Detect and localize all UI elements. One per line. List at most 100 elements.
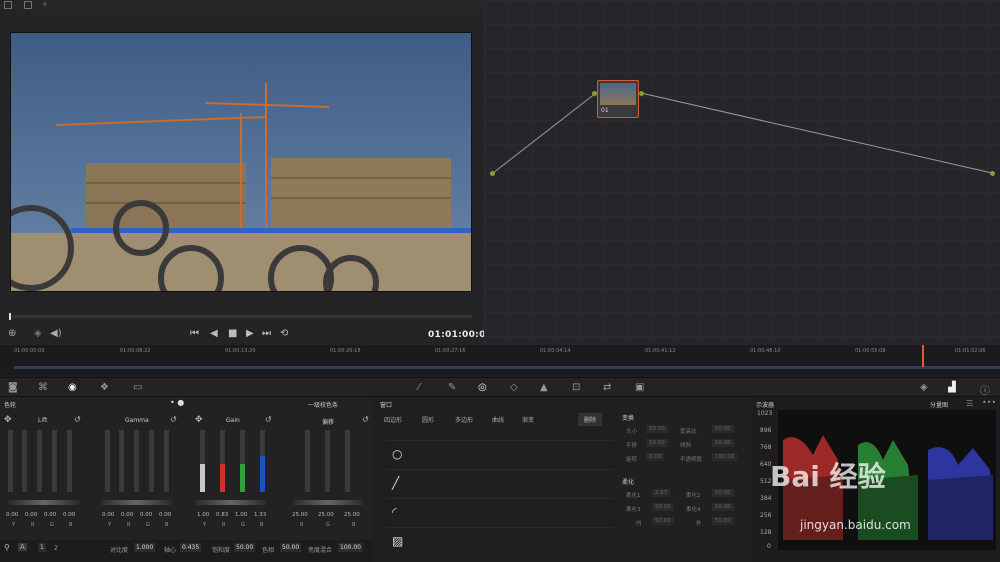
input-dot[interactable] — [490, 171, 495, 176]
wand-icon[interactable]: ⚡ — [42, 0, 48, 9]
step-back-icon[interactable]: ◀ — [210, 328, 218, 339]
timeline-track[interactable] — [14, 366, 1000, 369]
soft1-value[interactable]: 2.67 — [652, 489, 671, 497]
circle-window[interactable]: ○ — [386, 440, 614, 468]
soft4-value[interactable]: 50.00 — [712, 503, 734, 511]
eye-icon[interactable]: ◈ — [920, 382, 928, 393]
corrector-node[interactable]: 01 — [597, 80, 639, 118]
soft2-value[interactable]: 50.00 — [712, 489, 734, 497]
layers-icon[interactable]: ◈ — [34, 328, 42, 339]
gamma-master-slider[interactable] — [100, 500, 172, 505]
tool-curve[interactable]: 曲线 — [492, 415, 504, 424]
tool-gradient[interactable]: 渐变 — [522, 415, 534, 424]
scope-more-icon[interactable]: ••• — [982, 398, 996, 407]
key-icon[interactable]: ⊡ — [572, 382, 580, 393]
offset-master-slider[interactable] — [292, 500, 364, 505]
window-icon[interactable] — [24, 1, 32, 9]
picker-icon[interactable]: ✎ — [448, 382, 456, 393]
reset-icon[interactable]: ↺ — [362, 415, 369, 424]
skip-end-icon[interactable]: ⏭ — [262, 328, 271, 339]
target-icon[interactable]: ⊕ — [8, 328, 16, 339]
tool-quad[interactable]: 四边形 — [384, 415, 402, 424]
rotate-value[interactable]: 0.00 — [646, 453, 665, 461]
camera-icon[interactable]: ◙ — [8, 382, 18, 393]
gamma-r[interactable]: 0.00 — [121, 512, 133, 518]
stop-icon[interactable]: ■ — [228, 328, 237, 339]
gradient-window[interactable]: ▨ — [386, 527, 614, 555]
soft3-value[interactable]: 50.00 — [652, 503, 674, 511]
gain-y[interactable]: 1.00 — [197, 512, 209, 518]
lift-y[interactable]: 0.00 — [6, 512, 18, 518]
gain-master-slider[interactable] — [195, 500, 267, 505]
opacity-value[interactable]: 100.00 — [712, 453, 738, 461]
lummix-value[interactable]: 100.00 — [338, 543, 363, 552]
sat-label: 饱和度 — [212, 547, 231, 554]
inside-value[interactable]: 50.00 — [652, 517, 674, 525]
hue-value[interactable]: 50.00 — [280, 543, 302, 552]
layout-icon[interactable] — [4, 1, 12, 9]
lift-g[interactable]: 0.00 — [44, 512, 56, 518]
node-output-dot[interactable] — [639, 91, 644, 96]
window-tool-icon[interactable]: ◎ — [478, 382, 487, 393]
match-icon[interactable]: ⌘ — [38, 382, 48, 393]
outside-value[interactable]: 50.00 — [712, 517, 734, 525]
tool-circle[interactable]: 圆形 — [422, 415, 434, 424]
color-wheels-icon[interactable]: ◉ — [68, 382, 77, 393]
offset-g[interactable]: 25.00 — [318, 512, 334, 518]
scope-mode[interactable]: 分量图 — [930, 400, 948, 409]
picker-icon[interactable]: ✥ — [4, 415, 12, 425]
rgb-mixer-icon[interactable]: ▭ — [133, 382, 142, 393]
linear-window[interactable]: ╱ — [386, 469, 614, 497]
mini-timeline[interactable]: 01:00:00:00 01:00:08:22 01:00:13:20 01:0… — [0, 345, 1000, 375]
node-input-dot[interactable] — [592, 91, 597, 96]
gain-g[interactable]: 1.00 — [235, 512, 247, 518]
speaker-icon[interactable]: ◀) — [50, 328, 62, 339]
scrubber-handle[interactable] — [9, 313, 11, 320]
sizing-icon[interactable]: ⇄ — [603, 382, 611, 393]
gamma-g[interactable]: 0.00 — [140, 512, 152, 518]
gain-r[interactable]: 0.83 — [216, 512, 228, 518]
qualifier-icon[interactable]: ❖ — [100, 382, 109, 393]
reset-icon[interactable]: ↺ — [74, 415, 81, 424]
lift-b[interactable]: 0.00 — [63, 512, 75, 518]
auto-balance-icon[interactable]: A — [18, 543, 27, 551]
loop-icon[interactable]: ⟲ — [280, 328, 288, 339]
scrubber-bar[interactable] — [10, 315, 472, 318]
size-value[interactable]: 50.00 — [646, 425, 668, 433]
gain-b[interactable]: 1.33 — [254, 512, 266, 518]
reset-icon[interactable]: ↺ — [265, 415, 272, 424]
gamma-y[interactable]: 0.00 — [102, 512, 114, 518]
3d-icon[interactable]: ▣ — [635, 382, 644, 393]
blur-icon[interactable]: ▲ — [540, 382, 548, 393]
tracker-icon[interactable]: ◇ — [510, 382, 518, 393]
lift-master-slider[interactable] — [8, 500, 80, 505]
page-dots[interactable]: • ● — [170, 398, 184, 407]
page-tab-1[interactable]: 1 — [38, 543, 46, 552]
playhead[interactable] — [922, 345, 924, 367]
scope-settings-icon[interactable]: ☰ — [966, 399, 973, 408]
sat-value[interactable]: 50.00 — [234, 543, 256, 552]
contrast-value[interactable]: 1.000 — [134, 543, 156, 552]
curve-window[interactable]: ◜ — [386, 498, 614, 526]
gamma-b[interactable]: 0.00 — [159, 512, 171, 518]
tool-polygon[interactable]: 多边形 — [455, 415, 473, 424]
skip-start-icon[interactable]: ⏮ — [190, 328, 199, 339]
curves-icon[interactable]: ⁄ — [418, 382, 420, 393]
play-icon[interactable]: ▶ — [246, 328, 254, 339]
tilt-value[interactable]: 50.00 — [712, 439, 734, 447]
page-tab-2[interactable]: 2 — [54, 545, 58, 552]
pivot-value[interactable]: 0.435 — [180, 543, 202, 552]
lift-r[interactable]: 0.00 — [25, 512, 37, 518]
info-icon[interactable]: ⓘ — [980, 382, 990, 397]
delete-button[interactable]: 删除 — [578, 413, 603, 426]
picker-icon[interactable]: ✥ — [195, 415, 203, 425]
output-dot[interactable] — [990, 171, 995, 176]
reset-icon[interactable]: ↺ — [170, 415, 177, 424]
offset-b[interactable]: 25.00 — [344, 512, 360, 518]
scopes-icon[interactable]: ▟ — [948, 382, 956, 393]
wheels-mode[interactable]: 一级校色条 — [308, 400, 338, 409]
auto-icon[interactable]: ⚲ — [4, 543, 10, 552]
pan-value[interactable]: 50.00 — [646, 439, 668, 447]
aspect-value[interactable]: 50.00 — [712, 425, 734, 433]
offset-r[interactable]: 25.00 — [292, 512, 308, 518]
